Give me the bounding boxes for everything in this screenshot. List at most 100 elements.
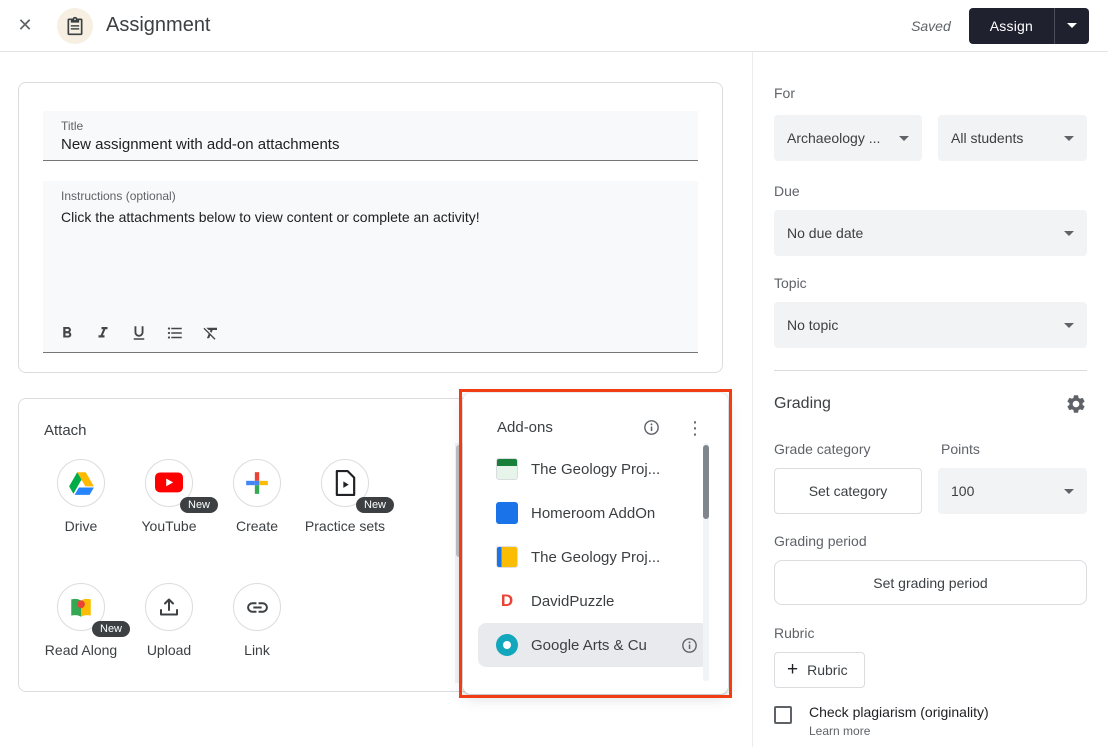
youtube-icon <box>155 472 183 494</box>
read-along-icon <box>68 594 94 620</box>
underline-icon <box>130 324 148 342</box>
sidebar-divider <box>774 370 1087 371</box>
underline-button[interactable] <box>121 319 157 347</box>
rubric-label: Rubric <box>774 625 1087 641</box>
assign-dropdown-button[interactable] <box>1054 8 1089 44</box>
link-icon <box>245 595 270 620</box>
addon-item-label: The Geology Proj... <box>531 461 660 478</box>
background-scrollbar[interactable] <box>455 443 463 683</box>
header: ✕ Assignment Saved Assign <box>0 0 1108 52</box>
add-rubric-button[interactable]: + Rubric <box>774 652 865 688</box>
class-select[interactable]: Archaeology ... <box>774 115 922 161</box>
drive-icon <box>68 471 95 496</box>
addon-item-label: DavidPuzzle <box>531 593 614 610</box>
addon-info-button[interactable] <box>681 637 698 654</box>
assignment-clipboard-icon <box>65 16 85 36</box>
addons-popup: Add-ons ⋮ The Geology Proj... Homeroom A… <box>463 393 728 694</box>
set-category-button[interactable]: Set category <box>774 468 922 514</box>
students-select[interactable]: All students <box>938 115 1087 161</box>
bold-icon <box>58 324 76 342</box>
attach-item-label: Drive <box>65 516 98 536</box>
kebab-menu-button[interactable]: ⋮ <box>686 421 704 435</box>
settings-sidebar: For Archaeology ... All students Due No … <box>752 52 1108 747</box>
addon-item-homeroom[interactable]: Homeroom AddOn <box>478 491 708 535</box>
saved-status: Saved <box>911 18 951 34</box>
upload-icon <box>157 595 181 619</box>
addons-popup-header: Add-ons ⋮ <box>463 393 728 444</box>
plagiarism-row: Check plagiarism (originality) Learn mor… <box>774 704 1087 740</box>
formatting-toolbar <box>49 319 229 347</box>
bold-button[interactable] <box>49 319 85 347</box>
attach-row-2: New Read Along Upload <box>37 583 301 660</box>
grade-category-label: Grade category <box>774 441 941 457</box>
attach-item-label: Link <box>244 640 270 660</box>
addon-item-geology-2[interactable]: The Geology Proj... <box>478 535 708 579</box>
attach-item-upload[interactable]: Upload <box>125 583 213 660</box>
chevron-down-icon <box>1064 323 1074 328</box>
close-button[interactable]: ✕ <box>12 13 38 39</box>
title-field[interactable]: Title New assignment with add-on attachm… <box>43 111 698 161</box>
chevron-down-icon <box>1067 23 1077 28</box>
assign-split-button: Assign <box>969 8 1089 44</box>
addon-item-davidpuzzle[interactable]: D DavidPuzzle <box>478 579 708 623</box>
chevron-down-icon <box>1064 136 1074 141</box>
clear-formatting-icon <box>202 324 220 342</box>
gear-icon <box>1065 393 1087 415</box>
addons-scrollbar[interactable] <box>703 443 709 681</box>
learn-more-link[interactable]: Learn more <box>809 724 870 738</box>
audience-row: Archaeology ... All students <box>774 115 1087 161</box>
assign-button[interactable]: Assign <box>969 8 1054 44</box>
attach-item-link[interactable]: Link <box>213 583 301 660</box>
attach-row-1: Drive New YouTube <box>37 459 389 536</box>
grading-header-row: Grading <box>774 392 1087 416</box>
set-grading-period-button[interactable]: Set grading period <box>774 560 1087 605</box>
new-badge: New <box>356 497 394 513</box>
italic-button[interactable] <box>85 319 121 347</box>
addon-item-google-arts[interactable]: Google Arts & Cu <box>478 623 708 667</box>
grading-period-label: Grading period <box>774 533 1087 549</box>
plus-icon: + <box>787 661 798 679</box>
assignment-form-card: Title New assignment with add-on attachm… <box>18 82 723 373</box>
instructions-field[interactable]: Instructions (optional) Click the attach… <box>43 181 698 353</box>
points-select[interactable]: 100 <box>938 468 1087 514</box>
grading-title: Grading <box>774 395 831 413</box>
info-icon <box>643 419 660 436</box>
davidpuzzle-icon: D <box>496 590 518 612</box>
attach-item-read-along[interactable]: New Read Along <box>37 583 125 660</box>
addon-item-label: Homeroom AddOn <box>531 505 655 522</box>
close-icon: ✕ <box>17 15 32 36</box>
background-scrollbar-thumb[interactable] <box>456 445 462 557</box>
addon-item-label: The Geology Proj... <box>531 549 660 566</box>
info-icon <box>681 637 698 654</box>
homeroom-addon-icon <box>496 502 518 524</box>
plagiarism-checkbox[interactable] <box>774 706 792 724</box>
chevron-down-icon <box>1064 489 1074 494</box>
due-date-select[interactable]: No due date <box>774 210 1087 256</box>
points-label: Points <box>941 441 980 457</box>
page-title: Assignment <box>106 14 211 37</box>
clear-formatting-button[interactable] <box>193 319 229 347</box>
attach-item-label: Practice sets <box>305 516 385 536</box>
addons-list: The Geology Proj... Homeroom AddOn The G… <box>463 444 728 667</box>
attach-item-label: Read Along <box>45 640 117 660</box>
addons-scrollbar-thumb[interactable] <box>703 445 709 519</box>
assignment-type-badge <box>57 8 93 44</box>
geology-project-icon <box>496 458 518 480</box>
grading-controls-row: Set category 100 <box>774 468 1087 514</box>
addons-title: Add-ons <box>497 419 553 436</box>
info-icon-button[interactable] <box>643 419 660 436</box>
attach-item-create[interactable]: Create <box>213 459 301 536</box>
new-badge: New <box>180 497 218 513</box>
chevron-down-icon <box>1064 231 1074 236</box>
attach-item-drive[interactable]: Drive <box>37 459 125 536</box>
plagiarism-label: Check plagiarism (originality) <box>809 704 989 721</box>
attach-item-practice-sets[interactable]: New Practice sets <box>301 459 389 536</box>
addon-item-geology-1[interactable]: The Geology Proj... <box>478 447 708 491</box>
instructions-field-label: Instructions (optional) <box>61 189 680 203</box>
attach-item-youtube[interactable]: New YouTube <box>125 459 213 536</box>
grading-settings-button[interactable] <box>1065 393 1087 415</box>
practice-sets-icon <box>334 470 357 496</box>
topic-select[interactable]: No topic <box>774 302 1087 348</box>
bulleted-list-button[interactable] <box>157 319 193 347</box>
grading-labels-row: Grade category Points <box>774 441 1087 457</box>
